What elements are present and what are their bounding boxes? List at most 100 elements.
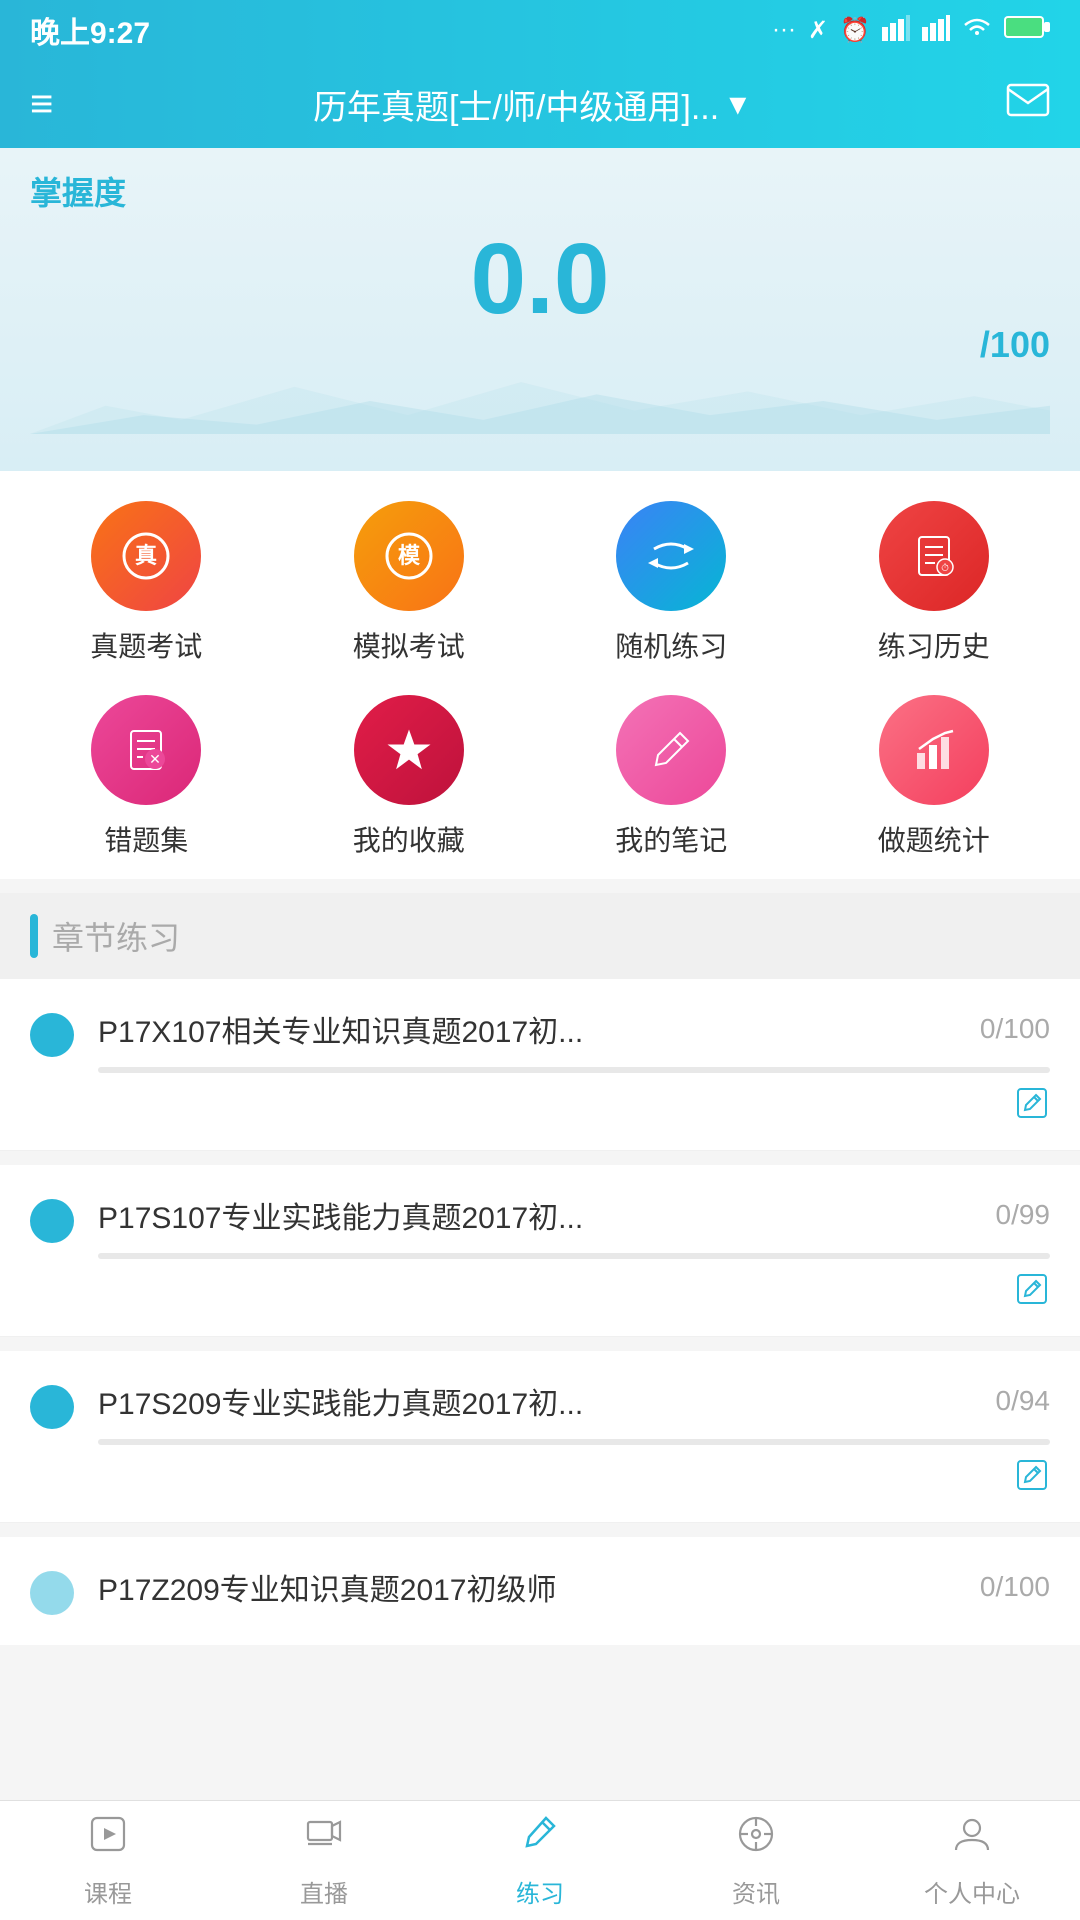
- nav-practice-icon: [518, 1812, 562, 1866]
- header-title-area[interactable]: 历年真题[士/师/中级通用]... ▾: [313, 80, 746, 129]
- mountain-bg: [30, 366, 1050, 436]
- edit-icon-1[interactable]: [1014, 1085, 1050, 1130]
- list-score-4: 0/100: [980, 1571, 1050, 1603]
- header-title-text: 历年真题[士/师/中级通用]...: [313, 80, 719, 129]
- function-grid: 真 真题考试 模 模拟考试 随机练习: [0, 471, 1080, 879]
- func-cuo-ti[interactable]: ✕ 错题集: [20, 695, 273, 859]
- bottom-navigation: 课程 直播 练习: [0, 1800, 1080, 1920]
- status-bar: 晚上9:27 ··· ✗ ⏰: [0, 0, 1080, 60]
- nav-news-icon: [734, 1812, 778, 1866]
- func-zhen-ti[interactable]: 真 真题考试: [20, 501, 273, 665]
- list-content-1: P17X107相关专业知识真题2017初... 0/100: [98, 1007, 1050, 1130]
- list-title-text-2: P17S107专业实践能力真题2017初...: [98, 1193, 976, 1237]
- func-zhen-ti-icon: 真: [91, 501, 201, 611]
- svg-text:⏱: ⏱: [941, 563, 949, 574]
- nav-live-label: 直播: [300, 1874, 348, 1909]
- list-dot-1: [30, 1013, 74, 1057]
- nav-practice-label: 练习: [516, 1874, 564, 1909]
- func-sui-ji-label: 随机练习: [615, 625, 727, 665]
- mastery-section: 掌握度 0.0 /100: [0, 148, 1080, 471]
- list-container: P17X107相关专业知识真题2017初... 0/100 P17S107专业实…: [0, 979, 1080, 1645]
- chapter-title: 章节练习: [52, 913, 180, 959]
- dropdown-icon[interactable]: ▾: [729, 84, 746, 124]
- func-shou-cang-icon: [354, 695, 464, 805]
- func-tong-ji[interactable]: 做题统计: [808, 695, 1061, 859]
- alarm-icon: ⏰: [840, 16, 870, 45]
- list-item[interactable]: P17S107专业实践能力真题2017初... 0/99: [0, 1165, 1080, 1337]
- func-history[interactable]: ⏱ 练习历史: [808, 501, 1061, 665]
- nav-course[interactable]: 课程: [0, 1812, 216, 1909]
- mail-icon[interactable]: [1006, 83, 1050, 126]
- list-actions-3: [98, 1457, 1050, 1502]
- list-actions-2: [98, 1271, 1050, 1316]
- chapter-section-header: 章节练习: [0, 893, 1080, 979]
- func-tong-ji-label: 做题统计: [878, 819, 990, 859]
- list-title-text-4: P17Z209专业知识真题2017初级师: [98, 1565, 960, 1609]
- list-title-3: P17S209专业实践能力真题2017初... 0/94: [98, 1379, 1050, 1423]
- func-bi-ji-icon: [616, 695, 726, 805]
- list-content-3: P17S209专业实践能力真题2017初... 0/94: [98, 1379, 1050, 1502]
- list-progress-3: [98, 1439, 1050, 1445]
- mastery-score: 0.0: [30, 224, 1050, 334]
- list-progress-2: [98, 1253, 1050, 1259]
- list-item[interactable]: P17Z209专业知识真题2017初级师 0/100: [0, 1537, 1080, 1645]
- func-mo-ni[interactable]: 模 模拟考试: [283, 501, 536, 665]
- func-bi-ji[interactable]: 我的笔记: [545, 695, 798, 859]
- nav-news-label: 资讯: [732, 1874, 780, 1909]
- list-score-2: 0/99: [996, 1199, 1051, 1231]
- func-cuo-ti-label: 错题集: [104, 819, 188, 859]
- menu-icon[interactable]: ≡: [30, 82, 53, 127]
- list-item[interactable]: P17S209专业实践能力真题2017初... 0/94: [0, 1351, 1080, 1523]
- battery-icon: [1004, 14, 1050, 47]
- status-icons: ··· ✗ ⏰: [772, 13, 1050, 48]
- signal1-icon: [882, 13, 910, 48]
- list-title-text-3: P17S209专业实践能力真题2017初...: [98, 1379, 976, 1423]
- edit-icon-2[interactable]: [1014, 1271, 1050, 1316]
- list-item[interactable]: P17X107相关专业知识真题2017初... 0/100: [0, 979, 1080, 1151]
- func-shou-cang[interactable]: 我的收藏: [283, 695, 536, 859]
- nav-profile-label: 个人中心: [924, 1874, 1020, 1909]
- func-bi-ji-label: 我的笔记: [615, 819, 727, 859]
- func-zhen-ti-label: 真题考试: [90, 625, 202, 665]
- signal2-icon: [922, 13, 950, 48]
- list-title-4: P17Z209专业知识真题2017初级师 0/100: [98, 1565, 1050, 1609]
- nav-profile-icon: [950, 1812, 994, 1866]
- list-content-4: P17Z209专业知识真题2017初级师 0/100: [98, 1565, 1050, 1625]
- svg-text:✕: ✕: [149, 751, 161, 767]
- func-sui-ji[interactable]: 随机练习: [545, 501, 798, 665]
- func-shou-cang-label: 我的收藏: [353, 819, 465, 859]
- wifi-icon: [962, 13, 992, 48]
- list-title-text-1: P17X107相关专业知识真题2017初...: [98, 1007, 960, 1051]
- nav-profile[interactable]: 个人中心: [864, 1812, 1080, 1909]
- edit-icon-3[interactable]: [1014, 1457, 1050, 1502]
- func-mo-ni-label: 模拟考试: [353, 625, 465, 665]
- list-dot-2: [30, 1199, 74, 1243]
- status-time: 晚上9:27: [30, 8, 150, 52]
- list-title-1: P17X107相关专业知识真题2017初... 0/100: [98, 1007, 1050, 1051]
- mastery-label: 掌握度: [30, 168, 1050, 214]
- list-score-1: 0/100: [980, 1013, 1050, 1045]
- list-dot-3: [30, 1385, 74, 1429]
- chapter-bar-decoration: [30, 914, 38, 958]
- func-history-icon: ⏱: [879, 501, 989, 611]
- list-title-2: P17S107专业实践能力真题2017初... 0/99: [98, 1193, 1050, 1237]
- nav-practice[interactable]: 练习: [432, 1812, 648, 1909]
- list-progress-1: [98, 1067, 1050, 1073]
- list-score-3: 0/94: [996, 1385, 1051, 1417]
- list-dot-4: [30, 1571, 74, 1615]
- dots-icon: ···: [772, 16, 796, 44]
- func-mo-ni-icon: 模: [354, 501, 464, 611]
- nav-live-icon: [302, 1812, 346, 1866]
- nav-live[interactable]: 直播: [216, 1812, 432, 1909]
- list-content-2: P17S107专业实践能力真题2017初... 0/99: [98, 1193, 1050, 1316]
- nav-news[interactable]: 资讯: [648, 1812, 864, 1909]
- svg-text:模: 模: [398, 543, 421, 568]
- func-cuo-ti-icon: ✕: [91, 695, 201, 805]
- app-header: ≡ 历年真题[士/师/中级通用]... ▾: [0, 60, 1080, 148]
- func-tong-ji-icon: [879, 695, 989, 805]
- func-sui-ji-icon: [616, 501, 726, 611]
- svg-text:真: 真: [135, 543, 157, 568]
- list-actions-1: [98, 1085, 1050, 1130]
- nav-course-label: 课程: [84, 1874, 132, 1909]
- bluetooth-icon: ✗: [808, 16, 828, 45]
